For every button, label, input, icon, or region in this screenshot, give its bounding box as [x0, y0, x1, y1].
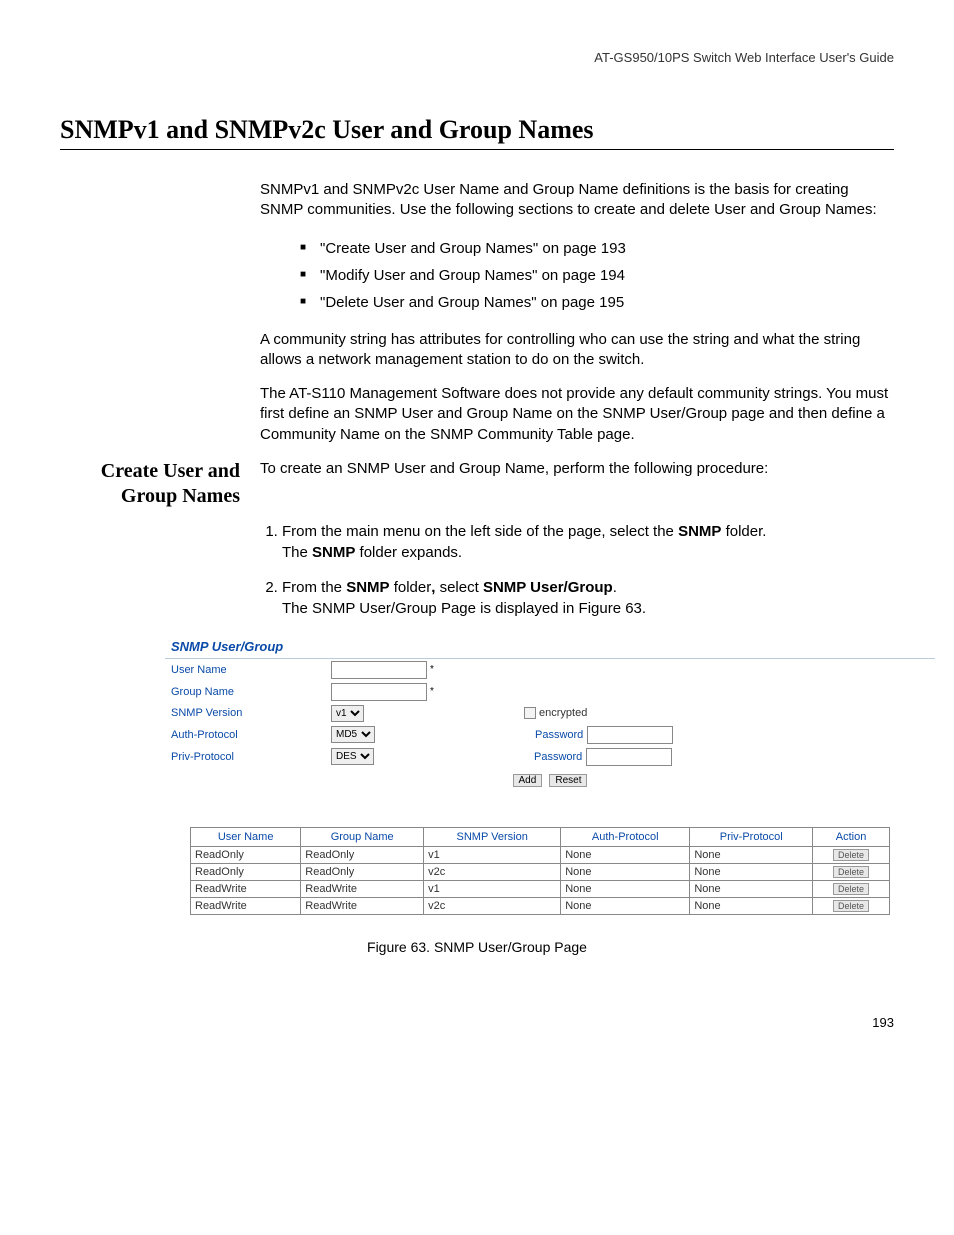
table-cell: ReadWrite [191, 880, 301, 897]
table-cell: None [561, 880, 690, 897]
delete-button[interactable]: Delete [833, 900, 869, 912]
reset-button[interactable]: Reset [549, 774, 587, 787]
add-button[interactable]: Add [513, 774, 543, 787]
user-group-table: User Name Group Name SNMP Version Auth-P… [190, 827, 890, 915]
screenshot-panel: SNMP User/Group User Name * Group Name *… [165, 633, 935, 787]
delete-button[interactable]: Delete [833, 849, 869, 861]
table-row: ReadOnlyReadOnlyv1NoneNoneDelete [191, 846, 890, 863]
label-group-name: Group Name [171, 686, 331, 698]
table-cell: ReadWrite [191, 897, 301, 914]
table-cell: None [561, 846, 690, 863]
table-cell: v1 [424, 880, 561, 897]
table-cell: None [690, 846, 813, 863]
required-star: * [430, 664, 434, 675]
group-name-input[interactable] [331, 683, 427, 701]
required-star: * [430, 686, 434, 697]
table-cell: None [690, 863, 813, 880]
bullet-item: "Modify User and Group Names" on page 19… [300, 262, 894, 289]
table-cell: None [690, 897, 813, 914]
priv-protocol-select[interactable]: DES [331, 748, 374, 765]
subsection-intro: To create an SNMP User and Group Name, p… [260, 459, 894, 509]
table-cell: v2c [424, 863, 561, 880]
label-user-name: User Name [171, 664, 331, 676]
bullet-item: "Create User and Group Names" on page 19… [300, 235, 894, 262]
table-cell: ReadWrite [301, 897, 424, 914]
table-cell: ReadOnly [191, 863, 301, 880]
label-password: Password [535, 729, 583, 741]
bullet-list: "Create User and Group Names" on page 19… [260, 235, 894, 316]
paragraph: The AT-S110 Management Software does not… [260, 384, 894, 445]
label-auth-protocol: Auth-Protocol [171, 729, 331, 741]
paragraph: A community string has attributes for co… [260, 330, 894, 371]
table-cell: None [690, 880, 813, 897]
bullet-item: "Delete User and Group Names" on page 19… [300, 289, 894, 316]
table-cell-action: Delete [813, 863, 890, 880]
table-cell: ReadOnly [301, 863, 424, 880]
table-cell: v2c [424, 897, 561, 914]
page-number: 193 [60, 1015, 894, 1030]
col-priv-protocol: Priv-Protocol [690, 827, 813, 846]
snmp-version-select[interactable]: v1 [331, 705, 364, 722]
priv-password-input[interactable] [586, 748, 672, 766]
page-header: AT-GS950/10PS Switch Web Interface User'… [60, 50, 894, 65]
step-item: From the SNMP folder, select SNMP User/G… [282, 577, 894, 619]
table-cell: None [561, 863, 690, 880]
figure-caption: Figure 63. SNMP User/Group Page [60, 939, 894, 955]
intro-paragraph: SNMPv1 and SNMPv2c User Name and Group N… [260, 180, 894, 221]
table-row: ReadOnlyReadOnlyv2cNoneNoneDelete [191, 863, 890, 880]
table-cell: ReadWrite [301, 880, 424, 897]
table-cell: v1 [424, 846, 561, 863]
col-action: Action [813, 827, 890, 846]
col-auth-protocol: Auth-Protocol [561, 827, 690, 846]
table-cell: ReadOnly [191, 846, 301, 863]
section-title: SNMPv1 and SNMPv2c User and Group Names [60, 115, 894, 150]
auth-password-input[interactable] [587, 726, 673, 744]
delete-button[interactable]: Delete [833, 883, 869, 895]
user-name-input[interactable] [331, 661, 427, 679]
col-group-name: Group Name [301, 827, 424, 846]
label-snmp-version: SNMP Version [171, 707, 331, 719]
table-row: ReadWriteReadWritev2cNoneNoneDelete [191, 897, 890, 914]
panel-title: SNMP User/Group [165, 633, 935, 659]
table-cell: ReadOnly [301, 846, 424, 863]
table-cell-action: Delete [813, 880, 890, 897]
col-user-name: User Name [191, 827, 301, 846]
auth-protocol-select[interactable]: MD5 [331, 726, 375, 743]
table-row: ReadWriteReadWritev1NoneNoneDelete [191, 880, 890, 897]
label-priv-protocol: Priv-Protocol [171, 751, 331, 763]
delete-button[interactable]: Delete [833, 866, 869, 878]
table-cell-action: Delete [813, 846, 890, 863]
table-cell: None [561, 897, 690, 914]
subsection-heading: Create User and Group Names [60, 459, 260, 509]
label-password: Password [534, 751, 582, 763]
table-cell-action: Delete [813, 897, 890, 914]
encrypted-checkbox[interactable]: encrypted [524, 707, 587, 719]
steps-list: From the main menu on the left side of t… [260, 521, 894, 619]
col-snmp-version: SNMP Version [424, 827, 561, 846]
step-item: From the main menu on the left side of t… [282, 521, 894, 563]
